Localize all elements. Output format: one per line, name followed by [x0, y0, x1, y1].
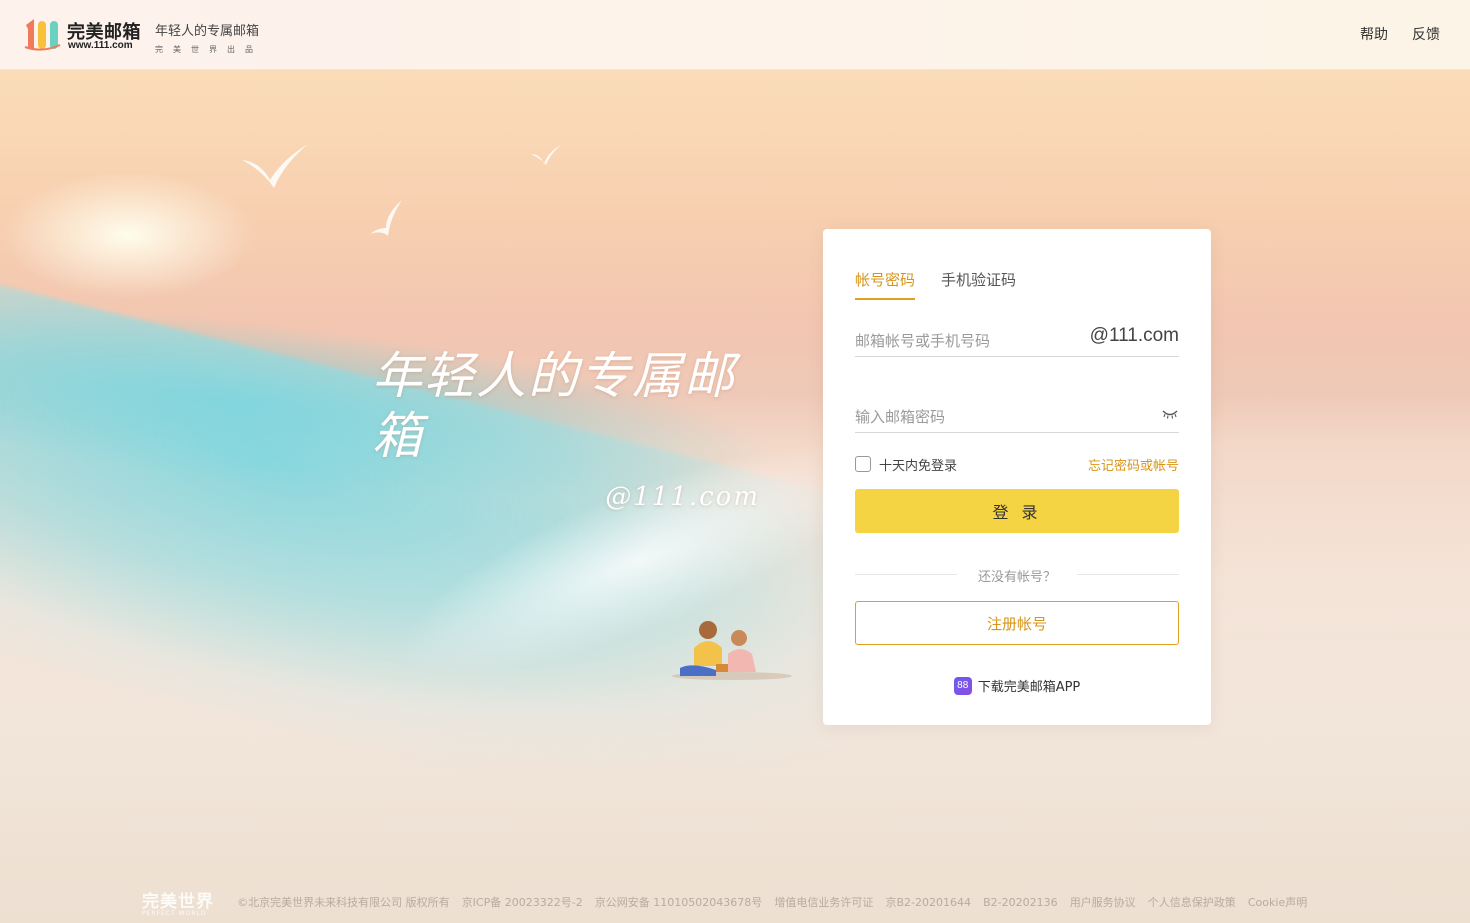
privacy-policy-link[interactable]: 个人信息保护政策	[1148, 894, 1236, 910]
tagline-text: 年轻人的专属邮箱	[155, 24, 260, 39]
tab-account-password[interactable]: 帐号密码	[855, 269, 916, 300]
seagull-icon	[531, 145, 561, 165]
app-download-label: 下载完美邮箱APP	[977, 680, 1081, 695]
help-link[interactable]: 帮助	[1360, 24, 1388, 44]
telecom-license-link[interactable]: 增值电信业务许可证	[774, 894, 873, 910]
password-field	[855, 401, 1179, 433]
subtagline-text: 完美世界出品	[155, 45, 263, 54]
remember-label[interactable]: 十天内免登录	[879, 455, 957, 474]
icp-link[interactable]: 京ICP备 20023322号-2	[462, 894, 583, 910]
domain-suffix: @111.com	[1089, 325, 1179, 346]
login-button[interactable]: 登 录	[855, 489, 1179, 533]
logo-icon	[24, 19, 61, 51]
forgot-password-link[interactable]: 忘记密码或帐号	[1088, 455, 1179, 474]
feedback-link[interactable]: 反馈	[1412, 24, 1440, 44]
cookie-statement-link[interactable]: Cookie声明	[1248, 894, 1307, 910]
background-scene: 年轻人的专属邮箱 @111.com	[0, 70, 1470, 923]
logo-domain: www.111.com	[68, 40, 133, 51]
register-button[interactable]: 注册帐号	[855, 601, 1179, 645]
license-number-2: B2-20202136	[983, 895, 1058, 909]
login-options: 十天内免登录 忘记密码或帐号	[855, 454, 1179, 474]
hero-domain: @111.com	[605, 482, 760, 512]
no-account-text: 还没有帐号？	[977, 570, 1056, 585]
divider-line	[1077, 574, 1179, 575]
no-account-divider: 还没有帐号？	[855, 566, 1179, 585]
license-number-1: 京B2-20201644	[885, 896, 971, 909]
police-record-link[interactable]: 京公网安备 11010502043678号	[595, 894, 762, 910]
footer: 完美世界 PERFECT WORLD ©北京完美世界未来科技有限公司 版权所有 …	[142, 887, 1314, 917]
footer-brand-name: 完美世界	[142, 892, 214, 912]
username-input[interactable]	[855, 325, 1075, 355]
top-header: 完美邮箱 www.111.com 年轻人的专属邮箱 完美世界出品 帮助 反馈	[0, 0, 1470, 70]
password-input[interactable]	[855, 401, 1075, 431]
footer-brand-logo: 完美世界 PERFECT WORLD	[142, 887, 214, 917]
login-tabs: 帐号密码 手机验证码	[855, 269, 1016, 300]
tab-sms-code[interactable]: 手机验证码	[941, 269, 1016, 300]
footer-brand-en: PERFECT WORLD	[142, 910, 207, 917]
app-icon: 88	[953, 676, 972, 695]
username-field: @111.com	[855, 325, 1179, 357]
hero-slogan: 年轻人的专属邮箱 @111.com	[372, 346, 772, 512]
header-tagline: 年轻人的专属邮箱 完美世界出品	[155, 20, 263, 55]
app-download-link[interactable]: 88 下载完美邮箱APP	[823, 675, 1211, 695]
seagull-icon	[370, 200, 402, 236]
children-illustration	[672, 621, 792, 680]
copyright-text: ©北京完美世界未来科技有限公司 版权所有	[237, 896, 450, 909]
header-links: 帮助 反馈	[1360, 24, 1440, 44]
seagull-icon	[242, 144, 308, 188]
remember-checkbox[interactable]	[855, 456, 871, 472]
logo[interactable]: 完美邮箱 www.111.com	[24, 17, 141, 53]
eye-closed-icon[interactable]	[1161, 407, 1179, 421]
user-agreement-link[interactable]: 用户服务协议	[1070, 894, 1136, 910]
hero-slogan-text: 年轻人的专属邮箱	[372, 347, 736, 465]
login-card: 帐号密码 手机验证码 @111.com 十天内免登录 忘记密码或帐号 登 录 还…	[823, 229, 1211, 725]
